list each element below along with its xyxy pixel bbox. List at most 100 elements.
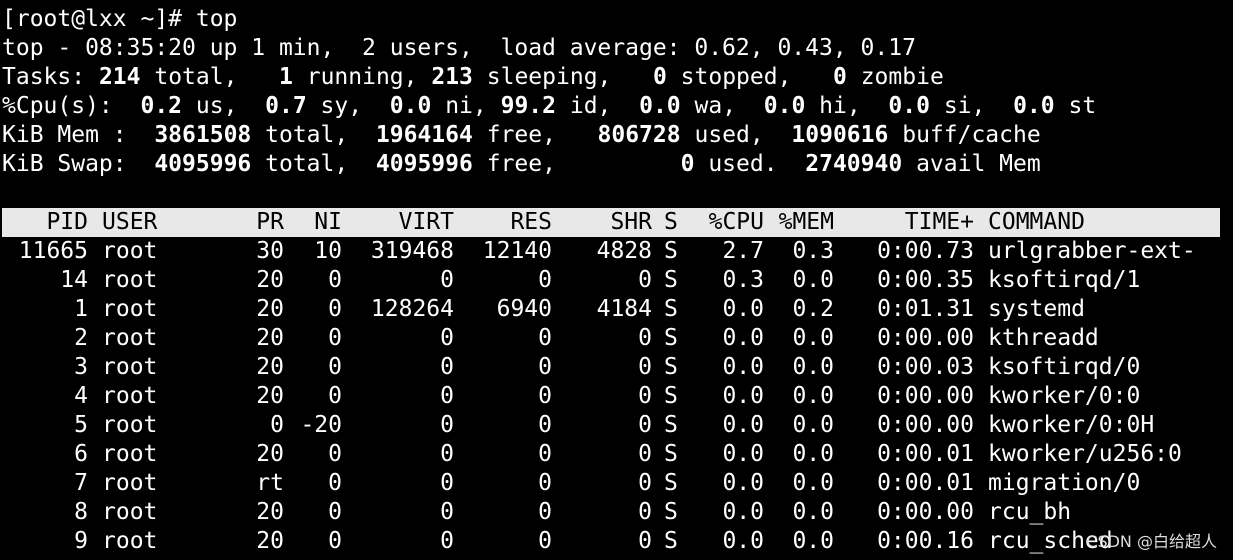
table-row[interactable]: 3 root 20 0 0 0 0 S 0.0 0.0 0:00.03 ksoftirqd/0: [2, 353, 1231, 382]
cell-pr: 20: [256, 354, 284, 380]
table-row[interactable]: 11665 root 30 10 319468 12140 4828 S 2.7 0.3 0:00.…: [2, 237, 1231, 266]
cell-time: 0:00.73: [877, 238, 974, 264]
cell-cpu: 0.0: [722, 412, 764, 438]
cell-pid: 5: [74, 412, 88, 438]
cell-virt: 0: [440, 354, 454, 380]
table-row[interactable]: 5 root 0 -20 0 0 0 S 0.0 0.0 0:00.00 kworker/0:0H: [2, 411, 1231, 440]
cell-virt: 0: [440, 267, 454, 293]
cell-state: S: [664, 412, 678, 438]
cell-virt: 128264: [370, 296, 454, 322]
col-cpu: %CPU: [708, 209, 764, 235]
cell-mem: 0.0: [792, 499, 834, 525]
col-time: TIME+: [904, 209, 974, 235]
cell-res: 6940: [496, 296, 552, 322]
cell-mem: 0.2: [792, 296, 834, 322]
cell-virt: 0: [440, 383, 454, 409]
cell-user: root: [102, 528, 158, 554]
cell-state: S: [664, 267, 678, 293]
col-user: USER: [102, 209, 158, 235]
cell-time: 0:00.03: [877, 354, 974, 380]
terminal-window[interactable]: [root@lxx ~]# top top - 08:35:20 up 1 mi…: [2, 5, 1231, 556]
table-row[interactable]: 1 root 20 0 128264 6940 4184 S 0.0 0.2 0:01.31 syst…: [2, 295, 1231, 324]
cell-pr: 20: [256, 267, 284, 293]
cell-time: 0:00.00: [877, 383, 974, 409]
cell-virt: 0: [440, 441, 454, 467]
process-table-header: PID USER PR NI VIRT RES SHR S %CPU %MEM TIME+ COMMA…: [2, 208, 1220, 237]
cell-shr: 4184: [596, 296, 652, 322]
table-row[interactable]: 7 root rt 0 0 0 0 S 0.0 0.0 0:00.01 migration/0: [2, 469, 1231, 498]
cell-res: 0: [538, 325, 552, 351]
col-shr: SHR: [610, 209, 652, 235]
cell-pr: rt: [256, 470, 284, 496]
cell-command: migration/0: [988, 470, 1141, 496]
cell-res: 0: [538, 441, 552, 467]
cell-ni: 0: [328, 354, 342, 380]
cell-mem: 0.0: [792, 267, 834, 293]
cell-res: 0: [538, 412, 552, 438]
cell-command: kthreadd: [988, 325, 1099, 351]
cell-mem: 0.0: [792, 354, 834, 380]
cell-cpu: 0.0: [722, 296, 764, 322]
cell-pr: 20: [256, 499, 284, 525]
cell-res: 0: [538, 267, 552, 293]
cell-ni: 0: [328, 499, 342, 525]
cell-res: 0: [538, 383, 552, 409]
cell-command: systemd: [988, 296, 1085, 322]
col-virt: VIRT: [398, 209, 454, 235]
cell-state: S: [664, 354, 678, 380]
cell-shr: 4828: [596, 238, 652, 264]
col-command: COMMAND: [988, 209, 1085, 235]
cell-res: 0: [538, 470, 552, 496]
col-mem: %MEM: [778, 209, 834, 235]
cell-command: ksoftirqd/0: [988, 354, 1141, 380]
cell-shr: 0: [638, 412, 652, 438]
cell-ni: 0: [328, 528, 342, 554]
cell-shr: 0: [638, 383, 652, 409]
cell-virt: 0: [440, 325, 454, 351]
cell-command: urlgrabber-ext-: [988, 238, 1196, 264]
table-row[interactable]: 14 root 20 0 0 0 0 S 0.3 0.0 0:00.35 ksoftirqd/1: [2, 266, 1231, 295]
cell-pr: 20: [256, 325, 284, 351]
table-row[interactable]: 8 root 20 0 0 0 0 S 0.0 0.0 0:00.00 rcu_bh: [2, 498, 1231, 527]
uptime-line: top - 08:35:20 up 1 min, 2 users, load a…: [2, 35, 916, 61]
col-s: S: [664, 209, 678, 235]
table-row[interactable]: 9 root 20 0 0 0 0 S 0.0 0.0 0:00.16 rcu_sched: [2, 527, 1231, 556]
tasks-line: Tasks: 214 total, 1 running, 213 sleepin…: [2, 64, 944, 90]
cell-pid: 9: [74, 528, 88, 554]
cell-command: ksoftirqd/1: [988, 267, 1141, 293]
cell-pid: 6: [74, 441, 88, 467]
table-row[interactable]: 4 root 20 0 0 0 0 S 0.0 0.0 0:00.00 kworker/0:0: [2, 382, 1231, 411]
cpu-line: %Cpu(s): 0.2 us, 0.7 sy, 0.0 ni, 99.2 id…: [2, 93, 1097, 119]
col-ni: NI: [314, 209, 342, 235]
cell-user: root: [102, 296, 158, 322]
cell-state: S: [664, 441, 678, 467]
cell-ni: 0: [328, 325, 342, 351]
cell-pid: 14: [60, 267, 88, 293]
cell-user: root: [102, 325, 158, 351]
table-row[interactable]: 6 root 20 0 0 0 0 S 0.0 0.0 0:00.01 kworker/u256:0: [2, 440, 1231, 469]
cell-time: 0:00.35: [877, 267, 974, 293]
cell-state: S: [664, 238, 678, 264]
cell-user: root: [102, 470, 158, 496]
cell-command: kworker/u256:0: [988, 441, 1182, 467]
table-row[interactable]: 2 root 20 0 0 0 0 S 0.0 0.0 0:00.00 kthreadd: [2, 324, 1231, 353]
cell-virt: 0: [440, 470, 454, 496]
cell-cpu: 0.0: [722, 354, 764, 380]
cell-mem: 0.0: [792, 441, 834, 467]
cell-mem: 0.0: [792, 470, 834, 496]
cell-pid: 11665: [18, 238, 88, 264]
cell-shr: 0: [638, 441, 652, 467]
cell-mem: 0.0: [792, 412, 834, 438]
cell-command: kworker/0:0: [988, 383, 1141, 409]
cell-ni: 0: [328, 470, 342, 496]
cell-virt: 0: [440, 528, 454, 554]
cell-cpu: 0.0: [722, 528, 764, 554]
process-table-body: 11665 root 30 10 319468 12140 4828 S 2.7 0.3 0:00.…: [2, 237, 1231, 556]
cell-state: S: [664, 383, 678, 409]
cell-ni: 0: [328, 383, 342, 409]
cell-user: root: [102, 383, 158, 409]
cell-time: 0:00.01: [877, 470, 974, 496]
cell-time: 0:00.00: [877, 325, 974, 351]
cell-time: 0:00.01: [877, 441, 974, 467]
cell-command: kworker/0:0H: [988, 412, 1155, 438]
